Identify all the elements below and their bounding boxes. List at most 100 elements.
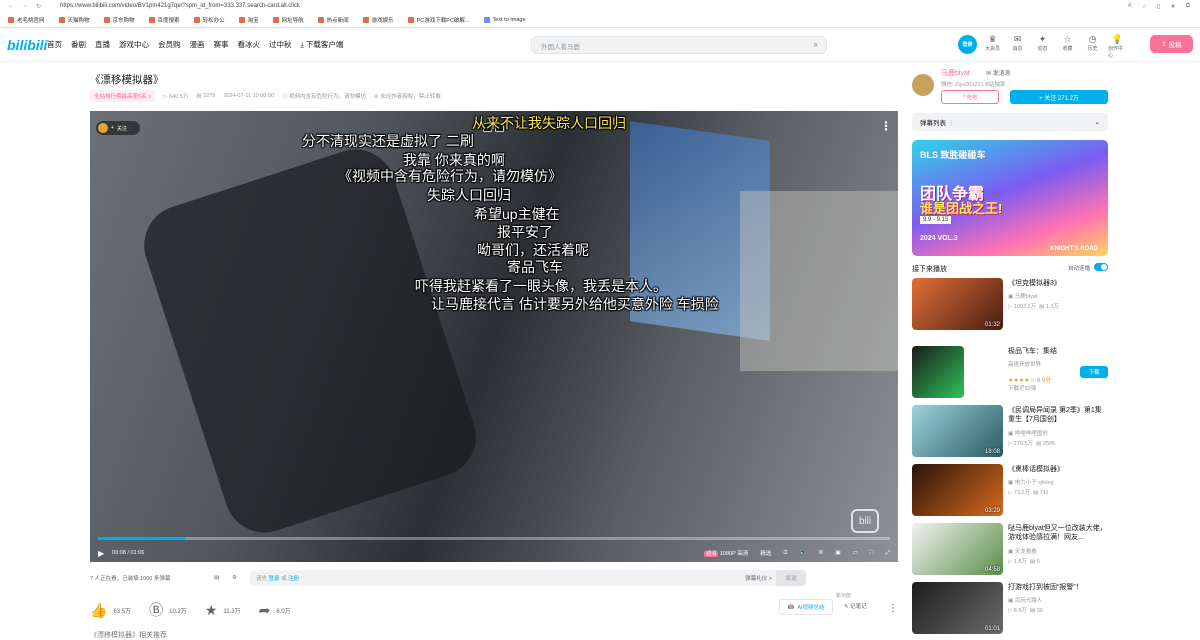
creator-button[interactable]: 💡 创作中心	[1108, 33, 1127, 59]
bookmark[interactable]: 百度搜索	[148, 16, 180, 24]
bookmark[interactable]: 天猫购物	[58, 16, 90, 24]
favorite-button[interactable]: ☆ 收藏	[1058, 33, 1077, 59]
rec-stats: ▷ 1092.2万 ▤ 1.3万	[1008, 304, 1060, 310]
play-icon[interactable]: ▶	[98, 549, 104, 558]
login-link[interactable]: 登录	[269, 576, 280, 582]
follow-chip-label: 关注	[116, 125, 127, 132]
rating-stars: ★★★★☆ 8.9分	[1008, 378, 1052, 384]
translate-icon[interactable]: A	[1128, 3, 1132, 10]
url-field[interactable]: https://www.bilibili.com/video/BV1pm421g…	[60, 3, 1128, 9]
uploader-avatar[interactable]	[912, 74, 934, 96]
danmaku-input[interactable]: 请先 登录 或 注册 弹幕礼仪 > 发送	[250, 570, 806, 586]
ai-summary-label: AI视频总结	[797, 605, 825, 611]
favorite-action-button[interactable]: ★ 11.3万	[205, 602, 241, 619]
bookmark[interactable]: 网址导航	[272, 16, 304, 24]
back-icon[interactable]: ←	[8, 3, 14, 10]
login-avatar[interactable]: 登录	[958, 35, 977, 54]
nav-home[interactable]: 首页	[47, 39, 62, 50]
search-input[interactable]: 外国人看马鹿 ⌕	[531, 36, 827, 54]
rec-card[interactable]: 01:32 《坦克模拟器3》 ▣ 马鹿blyat ▷ 1092.2万 ▤ 1.3…	[912, 278, 1108, 330]
forward-icon[interactable]: →	[22, 3, 28, 10]
toggle-knob	[1101, 264, 1107, 270]
fullscreen-icon[interactable]: ⤢	[886, 550, 890, 557]
split-icon[interactable]: ▯	[1157, 3, 1160, 10]
nav-esports[interactable]: 赛事	[214, 39, 229, 50]
rank-badge[interactable]: 全站排行榜最高第6名 >	[90, 90, 156, 102]
collections-icon[interactable]: ⧉	[1186, 3, 1190, 10]
charge-button[interactable]: ⚡ 充电	[941, 90, 999, 104]
share-button[interactable]: ➦ 6.0万	[259, 602, 291, 619]
nav-download-client[interactable]: ⤓ 下载客户端	[301, 39, 344, 50]
bilibili-logo[interactable]: bilibili	[7, 37, 47, 53]
bookmark[interactable]: 游戏娱乐	[362, 16, 394, 24]
nav-manga[interactable]: 漫画	[190, 39, 205, 50]
progress-bar[interactable]	[98, 537, 890, 540]
search-icon[interactable]: ⌕	[814, 40, 818, 50]
more-icon[interactable]: ⋮	[888, 603, 898, 614]
settings-icon[interactable]: ⚙	[818, 550, 823, 556]
ad-banner[interactable]: BLS 致胜碰碰车 团队争霸 谁是团战之王! 9.9 - 9.15 2024 V…	[912, 140, 1108, 256]
dynamic-icon: ✦	[1038, 34, 1047, 44]
bookmark[interactable]: 老毛桃官网	[8, 16, 45, 24]
danmaku-line: 希望up主健在	[474, 206, 560, 222]
bookmark[interactable]: 轻松办公	[193, 16, 225, 24]
speed-icon[interactable]: ⏱	[783, 550, 787, 557]
video-player[interactable]: + 关注 ⋮ 从来不让我失踪人口回归 分不清现实还是虚拟了 二刷 我靠 你来真的…	[90, 111, 898, 562]
danmaku-line: 报平安了	[497, 224, 553, 240]
danmaku-list-toggle[interactable]: 弹幕列表 ⋮ ⌄	[912, 113, 1108, 131]
bookmark[interactable]: 京东购物	[103, 16, 135, 24]
follow-chip[interactable]: + 关注	[96, 121, 140, 135]
quality-button[interactable]: 超清 1080P 高清	[704, 549, 748, 557]
pip-mode-icon[interactable]: ▣	[835, 550, 840, 556]
bookmark[interactable]: 热点新闻	[317, 16, 349, 24]
danmaku-toggle-icon[interactable]: ▤	[214, 575, 219, 581]
favorites-icon[interactable]: ★	[1170, 3, 1175, 10]
bookmark[interactable]: Text to Image	[483, 16, 526, 23]
dynamic-button[interactable]: ✦ 动态	[1033, 33, 1052, 59]
rec-title: 打游戏打到被固“报警”！	[1008, 584, 1083, 591]
register-link[interactable]: 注册	[288, 576, 299, 582]
coin-button[interactable]: Ⓑ 10.2万	[149, 600, 187, 620]
bookmark[interactable]: PC游戏下载PC破解...	[407, 16, 470, 24]
nav-live[interactable]: 直播	[95, 39, 110, 50]
message-button[interactable]: ✉ 消息	[1008, 33, 1027, 59]
follow-button[interactable]: + 关注 271.2万	[1010, 90, 1108, 104]
rec-stats: ▷ 1.8万 ▤ 5	[1008, 559, 1040, 565]
star-icon[interactable]: ☆	[1142, 3, 1147, 10]
more-icon[interactable]: ⋮	[948, 120, 955, 127]
history-button[interactable]: ◷ 历史	[1083, 33, 1102, 59]
rec-card[interactable]: 01:01 打游戏打到被固“报警”！ ▣ 百玩光路人 ▷ 8.9万 ▤ 30	[912, 582, 1108, 634]
webfullscreen-icon[interactable]: ⛶	[870, 550, 874, 557]
refresh-icon[interactable]: ↻	[36, 3, 41, 10]
note-button[interactable]: ✎ 记笔记	[844, 602, 867, 610]
rec-card[interactable]: 04:58 哒马鹿blyat但又一位改装大佬，游戏体验感拉满！网友... ▣ 天…	[912, 523, 1108, 575]
uploader-name[interactable]: 马鹿blyat	[941, 68, 970, 78]
etiquette-link[interactable]: 弹幕礼仪 >	[745, 574, 772, 582]
rec-title: 哒马鹿blyat但又一位改装大佬，游戏体验感拉满！网友...	[1008, 525, 1107, 541]
rec-ad-card[interactable]: 极品飞车：集结 高速开放世界 ★★★★☆ 8.9分 下载近50强 下载	[912, 346, 1108, 398]
ai-summary-button[interactable]: 🤖 AI视频总结	[779, 599, 833, 615]
send-message-button[interactable]: ✉ 发消息	[986, 68, 1011, 77]
danmaku-settings-icon[interactable]: ⚙	[232, 575, 237, 581]
autoplay-toggle[interactable]	[1094, 263, 1108, 271]
volume-icon[interactable]: 🔈	[800, 550, 807, 556]
rec-card[interactable]: 18:08 《民调局异闻录 第2季》第1集 重生【7月国创】 ▣ 哔哩哔哩国创 …	[912, 405, 1108, 457]
coin-count: 10.2万	[169, 608, 187, 615]
more-icon[interactable]: ⋮	[880, 119, 892, 133]
nav-anime[interactable]: 番剧	[71, 39, 86, 50]
nav-mid-autumn[interactable]: 过中秋	[269, 39, 292, 50]
bookmark-icon	[193, 16, 200, 23]
nav-game-center[interactable]: 游戏中心	[119, 39, 149, 50]
select-button[interactable]: 精选	[760, 549, 771, 557]
nav-ice-fire[interactable]: 看冰火	[238, 39, 261, 50]
download-button[interactable]: 下载	[1080, 366, 1108, 378]
rec-card[interactable]: 03:29 《熏棒话模拟器》 ▣ 电力小子-qfeleg ▷ 73.2万 ▤ 7…	[912, 464, 1108, 516]
nav-mall[interactable]: 会员购	[158, 39, 181, 50]
widescreen-icon[interactable]: ▭	[853, 550, 858, 556]
upload-button[interactable]: ⇪ 投稿	[1150, 35, 1193, 53]
like-button[interactable]: 👍 63.5万	[90, 602, 131, 619]
bookmark[interactable]: 淘宝	[238, 16, 259, 24]
vip-button[interactable]: ♛ 大会员	[983, 33, 1002, 59]
send-button[interactable]: 发送	[776, 570, 806, 586]
search-placeholder: 外国人看马鹿	[541, 44, 580, 51]
